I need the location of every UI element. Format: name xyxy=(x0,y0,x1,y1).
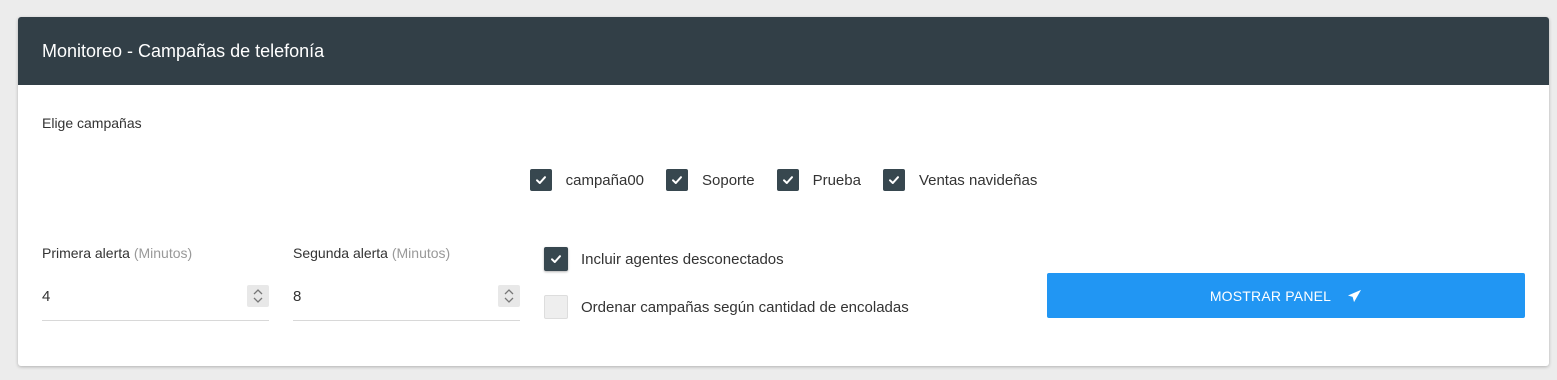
include-disconnected-label: Incluir agentes desconectados xyxy=(581,250,784,268)
campaign-label: Soporte xyxy=(702,171,755,189)
number-stepper-icon[interactable] xyxy=(247,285,269,307)
second-alert-field: Segunda alerta (Minutos) 8 xyxy=(293,245,520,321)
campaigns-label: Elige campañas xyxy=(42,115,142,131)
campaign-label: Prueba xyxy=(812,171,861,189)
second-alert-value: 8 xyxy=(293,288,302,305)
number-stepper-icon[interactable] xyxy=(498,285,520,307)
card-header: Monitoreo - Campañas de telefonía xyxy=(18,17,1549,85)
campaign-checkbox[interactable] xyxy=(529,169,552,191)
order-campaigns-checkbox[interactable] xyxy=(544,295,568,319)
check-icon xyxy=(782,176,793,184)
campaign-option-soporte[interactable]: Soporte xyxy=(666,169,755,191)
first-alert-value: 4 xyxy=(42,288,51,305)
order-campaigns-option[interactable]: Ordenar campañas según cantidad de encol… xyxy=(544,295,909,319)
show-panel-button[interactable]: MOSTRAR PANEL xyxy=(1047,273,1525,318)
first-alert-input[interactable]: 4 xyxy=(42,285,269,321)
chevron-up-icon xyxy=(253,289,263,295)
second-alert-label: Segunda alerta (Minutos) xyxy=(293,245,451,261)
send-icon xyxy=(1348,289,1362,302)
chevron-down-icon xyxy=(504,297,514,303)
order-campaigns-label: Ordenar campañas según cantidad de encol… xyxy=(581,298,909,316)
include-disconnected-option[interactable]: Incluir agentes desconectados xyxy=(544,247,784,271)
campaign-checkbox[interactable] xyxy=(882,169,905,191)
check-icon xyxy=(888,176,899,184)
check-icon xyxy=(672,176,683,184)
second-alert-unit: (Minutos) xyxy=(391,245,451,261)
second-alert-input[interactable]: 8 xyxy=(293,285,520,321)
check-icon xyxy=(535,176,546,184)
campaign-option-campana00[interactable]: campaña00 xyxy=(529,169,645,191)
first-alert-unit: (Minutos) xyxy=(133,245,193,261)
first-alert-field: Primera alerta (Minutos) 4 xyxy=(42,245,269,321)
chevron-up-icon xyxy=(504,289,514,295)
campaign-checkbox[interactable] xyxy=(666,169,689,191)
page-title: Monitoreo - Campañas de telefonía xyxy=(42,40,325,61)
campaign-label: campaña00 xyxy=(565,171,645,189)
campaign-option-prueba[interactable]: Prueba xyxy=(776,169,861,191)
campaign-checkbox-group: campaña00 Soporte Prueba Ventas navideña… xyxy=(18,169,1549,191)
check-icon xyxy=(551,255,561,263)
include-disconnected-checkbox[interactable] xyxy=(544,247,568,271)
chevron-down-icon xyxy=(253,297,263,303)
campaign-label: Ventas navideñas xyxy=(918,171,1038,189)
campaign-checkbox[interactable] xyxy=(776,169,799,191)
first-alert-label: Primera alerta (Minutos) xyxy=(42,245,193,261)
show-panel-label: MOSTRAR PANEL xyxy=(1209,287,1332,304)
monitoring-card: Monitoreo - Campañas de telefonía Elige … xyxy=(18,17,1549,366)
campaign-option-ventas-navidenas[interactable]: Ventas navideñas xyxy=(882,169,1038,191)
